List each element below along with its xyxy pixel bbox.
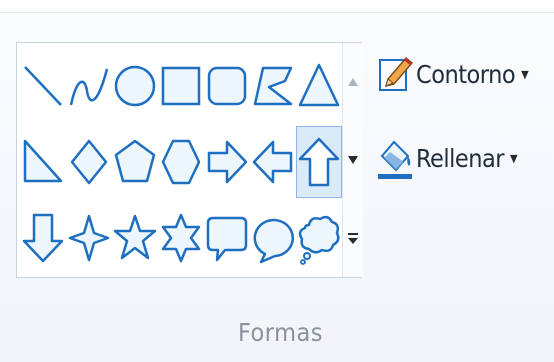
shape-four-point-star-button[interactable] (66, 202, 112, 274)
six-point-star-icon (161, 213, 201, 263)
shape-pentagon-button[interactable] (112, 126, 158, 198)
five-point-star-icon (113, 214, 157, 260)
fill-dropdown-arrow: ▼ (509, 151, 518, 165)
shape-rounded-rectangle-button[interactable] (204, 50, 250, 122)
oval-callout-icon (253, 218, 295, 264)
pencil-icon (374, 52, 416, 96)
diamond-icon (70, 139, 108, 185)
gallery-scroll-column (342, 43, 363, 277)
polygon-icon (253, 66, 293, 106)
paint-bucket-icon (374, 136, 416, 180)
shapes-gallery (16, 42, 363, 278)
down-arrow-icon (22, 213, 64, 263)
shape-right-arrow-button[interactable] (204, 126, 250, 198)
shape-polygon-button[interactable] (250, 50, 296, 122)
fill-button[interactable]: Rellenar ▼ (374, 136, 518, 180)
expand-more-icon (348, 233, 358, 244)
chevron-down-icon (348, 156, 358, 164)
triangle-icon (298, 63, 340, 107)
shape-rounded-callout-button[interactable] (204, 202, 250, 274)
ribbon-top-strip (0, 0, 554, 13)
line-icon (24, 66, 62, 106)
shape-curve-button[interactable] (66, 50, 112, 122)
four-point-star-icon (68, 214, 110, 262)
shape-triangle-button[interactable] (296, 50, 342, 122)
shape-up-arrow-button[interactable] (296, 126, 342, 198)
up-arrow-icon (298, 137, 340, 187)
curve-icon (69, 68, 109, 106)
outline-dropdown-arrow: ▼ (521, 67, 529, 81)
shape-hexagon-button[interactable] (158, 126, 204, 198)
shape-oval-callout-button[interactable] (250, 202, 296, 274)
shape-rectangle-button[interactable] (158, 50, 204, 122)
shape-right-triangle-button[interactable] (20, 126, 66, 198)
cloud-callout-icon (298, 215, 340, 265)
outline-button[interactable]: Contorno ▼ (374, 52, 529, 96)
rounded-callout-icon (206, 216, 248, 262)
left-arrow-icon (252, 140, 293, 184)
shape-line-button[interactable] (20, 50, 66, 122)
gallery-scroll-up-button[interactable] (343, 43, 363, 121)
hexagon-icon (161, 139, 201, 185)
pentagon-icon (114, 139, 156, 183)
oval-icon (114, 65, 156, 107)
shape-five-point-star-button[interactable] (112, 202, 158, 274)
fill-label: Rellenar (416, 143, 504, 173)
shape-down-arrow-button[interactable] (20, 202, 66, 274)
rectangle-icon (161, 66, 201, 106)
shape-six-point-star-button[interactable] (158, 202, 204, 274)
shape-oval-button[interactable] (112, 50, 158, 122)
right-arrow-icon (207, 140, 248, 184)
right-triangle-icon (23, 139, 63, 183)
rounded-rectangle-icon (207, 66, 247, 106)
gallery-expand-button[interactable] (343, 199, 363, 277)
shape-left-arrow-button[interactable] (250, 126, 296, 198)
group-label: Formas (238, 318, 324, 347)
shape-diamond-button[interactable] (66, 126, 112, 198)
shape-cloud-callout-button[interactable] (296, 202, 342, 274)
outline-label: Contorno (416, 59, 516, 89)
chevron-up-icon (348, 78, 358, 86)
gallery-scroll-down-button[interactable] (343, 121, 363, 199)
shapes-grid (20, 46, 342, 274)
